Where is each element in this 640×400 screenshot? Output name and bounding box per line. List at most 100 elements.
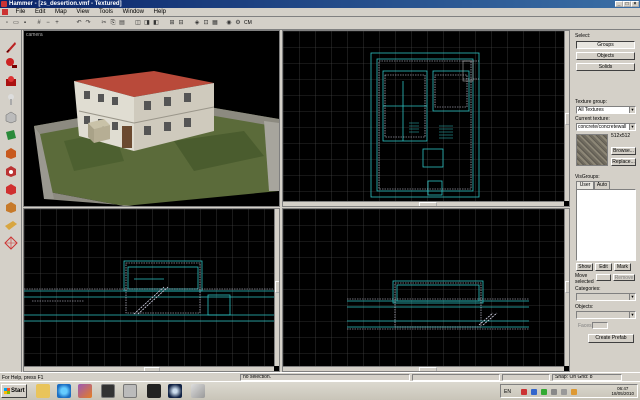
block-tool-icon[interactable] — [3, 110, 19, 124]
select-objects-button[interactable]: Objects — [576, 52, 635, 60]
cut-icon[interactable]: ✂ — [100, 19, 108, 27]
menu-map[interactable]: Map — [51, 8, 71, 17]
selection-tool-icon[interactable] — [3, 40, 19, 54]
overlay-tool-icon[interactable] — [3, 182, 19, 196]
new-file-icon[interactable]: ▫ — [3, 19, 11, 27]
status-bar: For Help, press F1 no selection. Snap: O… — [0, 372, 640, 381]
top-view-viewport[interactable] — [282, 30, 570, 207]
menu-bar: File Edit Map View Tools Window Help — [0, 8, 640, 17]
toggle-models-icon[interactable]: ⊡ — [202, 19, 210, 27]
magnify-tool-icon[interactable] — [3, 56, 19, 70]
start-button[interactable]: Start — [1, 384, 27, 398]
menu-help[interactable]: Help — [150, 8, 170, 17]
volume-icon[interactable] — [561, 389, 567, 395]
run-map-icon[interactable]: ◉ — [225, 19, 233, 27]
faces-stepper[interactable] — [592, 322, 608, 329]
chevron-down-icon: ▼ — [629, 124, 635, 130]
menu-tools[interactable]: Tools — [95, 8, 117, 17]
paste-icon[interactable]: ▤ — [118, 19, 126, 27]
visgroups-list[interactable] — [576, 189, 636, 261]
menu-window[interactable]: Window — [119, 8, 148, 17]
front-view-viewport[interactable] — [23, 208, 280, 372]
camera-viewport[interactable]: camera — [23, 30, 280, 207]
close-button[interactable]: × — [631, 1, 639, 7]
current-texture-value: concrete/concretewall — [578, 124, 627, 130]
grid-larger-icon[interactable]: + — [53, 19, 61, 27]
clock-date: 18/05/2010 — [611, 391, 634, 396]
redo-icon[interactable]: ↷ — [84, 19, 92, 27]
toggle-cordon-icon[interactable]: ▦ — [211, 19, 219, 27]
open-folder-icon[interactable]: ▭ — [12, 19, 20, 27]
ungroup-icon[interactable]: ◨ — [143, 19, 151, 27]
path-tool-icon[interactable] — [3, 236, 19, 250]
internet-explorer-icon[interactable] — [57, 384, 71, 398]
grid-toggle-icon[interactable]: # — [35, 19, 43, 27]
browse-button[interactable]: Browse... — [611, 147, 636, 155]
helpers-icon[interactable]: ◈ — [193, 19, 201, 27]
menu-view[interactable]: View — [72, 8, 93, 17]
texture-lock-icon[interactable]: ⊞ — [168, 19, 176, 27]
entity-tool-icon[interactable] — [3, 92, 19, 106]
selection-status: no selection. — [240, 374, 410, 381]
media-player-icon[interactable] — [78, 384, 92, 398]
folder-icon[interactable] — [36, 384, 50, 398]
language-indicator[interactable]: EN — [504, 389, 511, 395]
texture-preview[interactable] — [576, 134, 608, 166]
undo-icon[interactable]: ↶ — [75, 19, 83, 27]
tray-icon[interactable] — [541, 389, 547, 395]
tray-icon[interactable] — [571, 389, 577, 395]
camera-viewport-label: camera — [26, 32, 43, 38]
clock[interactable]: 06:47 18/05/2010 — [611, 386, 634, 396]
categories-select[interactable]: ▼ — [576, 293, 636, 301]
window-title: Hammer - [zs_desertion.vmf - Textured] — [9, 1, 122, 7]
select-groups-button[interactable]: Groups — [576, 41, 635, 49]
objects-select[interactable]: ▼ — [576, 311, 636, 319]
tray-icon[interactable] — [521, 389, 527, 395]
menu-edit[interactable]: Edit — [31, 8, 49, 17]
network-icon[interactable] — [551, 389, 557, 395]
edit-button[interactable]: Edit — [595, 263, 612, 271]
group-icon[interactable]: ◫ — [134, 19, 142, 27]
tray-icon[interactable] — [531, 389, 537, 395]
apply-texture-icon[interactable] — [3, 146, 19, 160]
move-selected-label: Move selected — [575, 273, 594, 285]
tab-auto[interactable]: Auto — [594, 181, 610, 189]
show-button[interactable]: Show — [576, 263, 593, 271]
coords-status — [412, 374, 500, 381]
compile-icon[interactable]: ⚙ — [234, 19, 242, 27]
top-view-hscroll[interactable] — [283, 201, 564, 206]
side-view-viewport[interactable] — [282, 208, 570, 372]
copy-icon[interactable]: ⎘ — [109, 19, 117, 27]
save-icon[interactable]: ▪ — [21, 19, 29, 27]
cm-label[interactable]: CM — [244, 20, 252, 27]
notepad-icon[interactable] — [191, 384, 205, 398]
texture-group-value: All Textures — [578, 107, 604, 113]
hammer-taskbar-icon[interactable] — [101, 384, 115, 398]
tab-user[interactable]: User — [576, 181, 594, 189]
start-label: Start — [11, 388, 25, 394]
decal-tool-icon[interactable] — [3, 164, 19, 178]
texture-tool-icon[interactable] — [3, 128, 19, 142]
create-prefab-button[interactable]: Create Prefab — [588, 334, 634, 343]
hide-selection-icon[interactable]: ◧ — [152, 19, 160, 27]
remove-button[interactable]: Remove — [613, 274, 635, 281]
front-view-vscroll[interactable] — [274, 209, 279, 366]
globe-icon[interactable] — [168, 384, 182, 398]
minimize-button[interactable]: _ — [615, 1, 623, 7]
select-solids-button[interactable]: Solids — [576, 63, 635, 71]
vertex-tool-icon[interactable] — [3, 218, 19, 232]
texture-group-select[interactable]: All Textures ▼ — [576, 106, 636, 114]
menu-file[interactable]: File — [12, 8, 30, 17]
mark-button[interactable]: Mark — [614, 263, 631, 271]
current-texture-select[interactable]: concrete/concretewall ▼ — [576, 123, 636, 131]
faces-label: Faces: — [578, 323, 594, 329]
tool-taskbar-icon[interactable] — [123, 384, 137, 398]
camera-tool-icon[interactable] — [3, 74, 19, 88]
maximize-button[interactable]: □ — [623, 1, 631, 7]
camera-3d-render — [24, 31, 279, 206]
clip-tool-icon[interactable] — [3, 200, 19, 214]
steam-icon[interactable] — [147, 384, 161, 398]
replace-button[interactable]: Replace... — [611, 158, 636, 166]
grid-smaller-icon[interactable]: − — [44, 19, 52, 27]
carve-icon[interactable]: ⊟ — [177, 19, 185, 27]
